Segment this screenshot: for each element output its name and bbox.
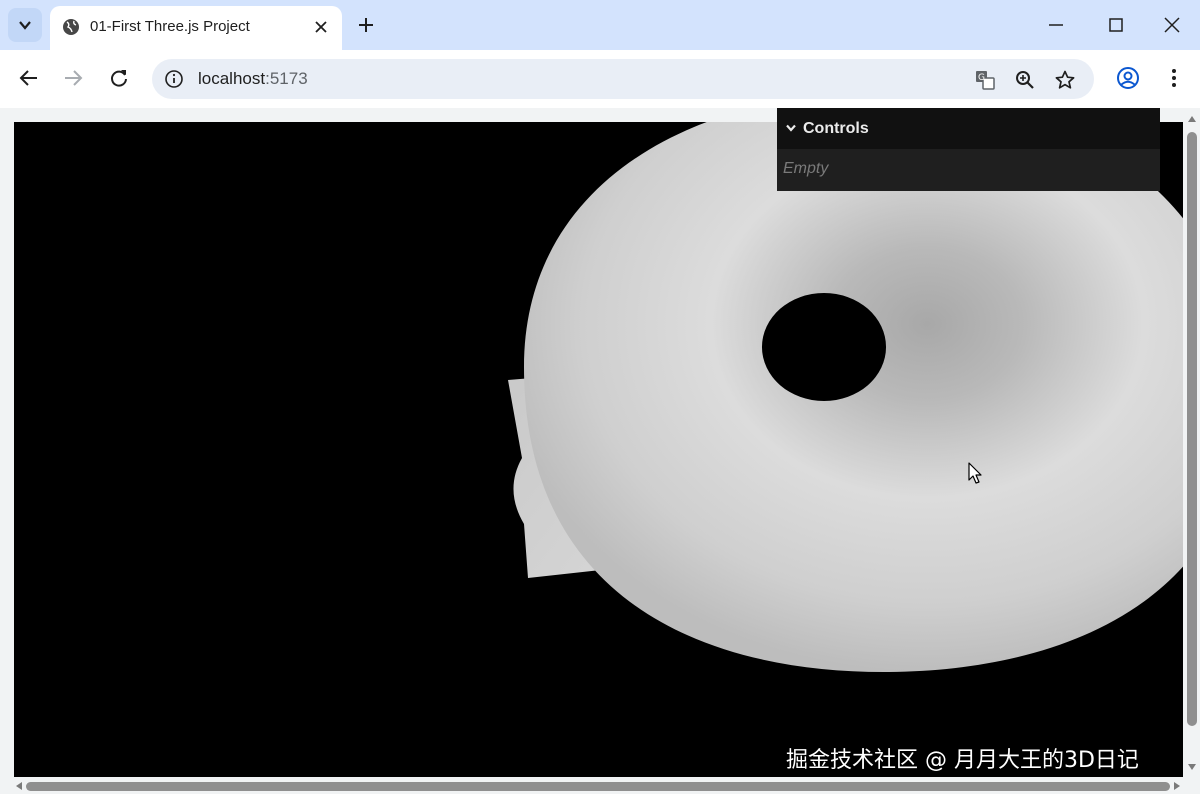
active-tab[interactable]: 01-First Three.js Project xyxy=(50,6,342,50)
back-arrow-icon[interactable] xyxy=(18,67,40,89)
watermark-text: 掘金技术社区 @ 月月大王的3D日记 xyxy=(786,748,1139,773)
kebab-menu-icon[interactable] xyxy=(1164,66,1184,90)
url-host: localhost xyxy=(198,69,266,88)
controls-panel-header[interactable]: Controls xyxy=(777,108,1160,149)
threejs-canvas[interactable] xyxy=(14,122,1183,777)
tab-search-button[interactable] xyxy=(8,8,42,42)
forward-arrow-icon[interactable] xyxy=(62,67,84,89)
chevron-down-icon xyxy=(19,21,31,30)
controls-panel-title: Controls xyxy=(803,120,869,137)
info-icon[interactable] xyxy=(164,69,184,89)
torus-mesh xyxy=(524,122,1183,672)
horizontal-scrollbar[interactable] xyxy=(14,778,1184,794)
vertical-scrollbar[interactable] xyxy=(1184,108,1200,778)
svg-text:G: G xyxy=(978,73,985,83)
horizontal-scroll-thumb[interactable] xyxy=(26,782,1170,791)
scroll-up-icon[interactable] xyxy=(1188,116,1196,122)
address-bar[interactable]: localhost:5173 G xyxy=(152,59,1094,99)
controls-empty-label: Empty xyxy=(783,160,829,177)
url-text: localhost:5173 xyxy=(198,69,308,89)
plus-icon[interactable] xyxy=(356,15,376,35)
tab-title: 01-First Three.js Project xyxy=(90,18,250,35)
window-close-icon[interactable] xyxy=(1162,15,1182,35)
globe-icon xyxy=(63,19,79,35)
scroll-right-icon[interactable] xyxy=(1174,782,1180,790)
scroll-down-icon[interactable] xyxy=(1188,764,1196,770)
translate-icon[interactable]: G xyxy=(974,69,996,91)
scroll-left-icon[interactable] xyxy=(16,782,22,790)
reload-icon[interactable] xyxy=(108,67,130,89)
close-icon[interactable] xyxy=(312,18,330,36)
profile-icon[interactable] xyxy=(1116,66,1140,90)
vertical-scroll-thumb[interactable] xyxy=(1187,132,1197,726)
torus-scene xyxy=(508,122,1183,672)
controls-panel: Controls Empty xyxy=(777,108,1160,191)
tab-strip: 01-First Three.js Project xyxy=(0,0,1200,50)
zoom-icon[interactable] xyxy=(1014,69,1036,91)
chevron-down-icon xyxy=(786,124,796,132)
browser-toolbar: localhost:5173 G xyxy=(0,50,1200,108)
minimize-icon[interactable] xyxy=(1046,15,1066,35)
url-port: :5173 xyxy=(265,69,308,88)
mouse-cursor-icon xyxy=(968,462,982,484)
star-icon[interactable] xyxy=(1054,69,1076,91)
maximize-icon[interactable] xyxy=(1106,15,1126,35)
